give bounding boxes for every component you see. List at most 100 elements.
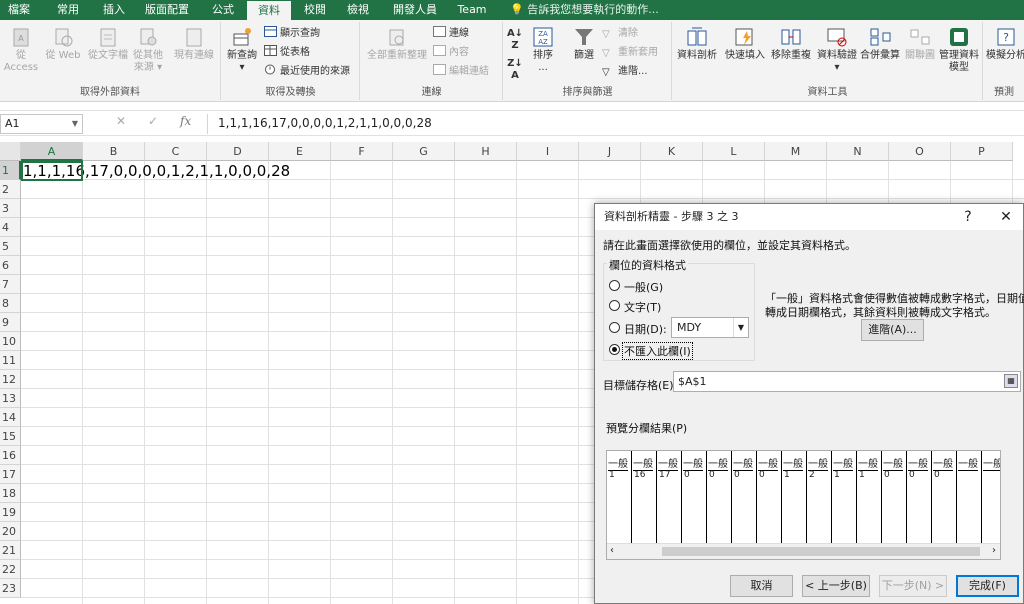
column-header[interactable]: J xyxy=(579,142,641,161)
row-header[interactable]: 14 xyxy=(0,408,21,427)
row-header[interactable]: 18 xyxy=(0,484,21,503)
tab-formulas[interactable]: 公式 xyxy=(205,0,241,20)
tab-developer[interactable]: 開發人員 xyxy=(388,0,442,20)
from-table-button[interactable]: 從表格 xyxy=(264,45,310,61)
what-if-button[interactable]: ? 模擬分析 xyxy=(986,26,1024,62)
tab-insert[interactable]: 插入 xyxy=(96,0,132,20)
scroll-thumb[interactable] xyxy=(662,547,980,556)
row-header[interactable]: 21 xyxy=(0,541,21,560)
preview-column[interactable]: 一般 1 xyxy=(607,451,632,545)
column-header[interactable]: H xyxy=(455,142,517,161)
preview-column[interactable]: 一般 0 xyxy=(907,451,932,545)
column-header[interactable]: F xyxy=(331,142,393,161)
row-header[interactable]: 12 xyxy=(0,370,21,389)
reapply-button[interactable]: ▽ 重新套用 xyxy=(602,45,658,61)
column-header[interactable]: P xyxy=(951,142,1013,161)
preview-column[interactable]: 一般 0 xyxy=(682,451,707,545)
chevron-down-icon[interactable]: ▼ xyxy=(72,115,78,133)
column-header[interactable]: G xyxy=(393,142,455,161)
row-header[interactable]: 9 xyxy=(0,313,21,332)
refresh-all-button[interactable]: 全部重新整理 xyxy=(363,26,431,62)
column-header[interactable]: K xyxy=(641,142,703,161)
cancel-entry-icon[interactable]: ✕ xyxy=(116,114,126,128)
column-header[interactable]: C xyxy=(145,142,207,161)
advanced-filter-button[interactable]: ▽ 進階... xyxy=(602,64,648,80)
name-box[interactable]: A1 ▼ xyxy=(0,114,83,134)
cell-a1-selection[interactable] xyxy=(21,161,83,181)
scroll-right-icon[interactable]: › xyxy=(992,545,996,556)
row-header[interactable]: 5 xyxy=(0,237,21,256)
column-header[interactable]: A xyxy=(21,142,83,161)
destination-input[interactable]: $A$1 ▦ xyxy=(673,371,1021,392)
close-button[interactable]: ✕ xyxy=(991,204,1021,230)
tab-view[interactable]: 檢視 xyxy=(340,0,376,20)
column-header[interactable]: I xyxy=(517,142,579,161)
tab-team[interactable]: Team xyxy=(452,0,492,20)
row-header[interactable]: 11 xyxy=(0,351,21,370)
help-button[interactable]: ? xyxy=(953,204,983,230)
tab-page-layout[interactable]: 版面配置 xyxy=(140,0,194,20)
row-header[interactable]: 7 xyxy=(0,275,21,294)
manage-data-model-button[interactable]: 管理資料模型 xyxy=(939,26,979,74)
finish-button[interactable]: 完成(F) xyxy=(956,575,1019,597)
row-header[interactable]: 17 xyxy=(0,465,21,484)
preview-column[interactable]: 一般 0 xyxy=(932,451,957,545)
column-header[interactable]: L xyxy=(703,142,765,161)
new-query-button[interactable]: 新查詢 ▾ xyxy=(224,26,260,74)
horizontal-scrollbar[interactable]: ‹ › xyxy=(607,543,1000,559)
existing-connections-button[interactable]: 現有連線 xyxy=(171,26,217,62)
range-picker-icon[interactable]: ▦ xyxy=(1004,374,1018,388)
preview-column[interactable]: 一般 xyxy=(982,451,1000,545)
row-header[interactable]: 3 xyxy=(0,199,21,218)
preview-column[interactable]: 一般 xyxy=(957,451,982,545)
from-text-button[interactable]: 從文字檔 xyxy=(85,26,131,62)
sort-za-button[interactable]: Z↓ A xyxy=(506,58,524,82)
radio-skip-column[interactable] xyxy=(609,344,620,355)
preview-column[interactable]: 一般 1 xyxy=(782,451,807,545)
column-header[interactable]: M xyxy=(765,142,827,161)
formula-input[interactable]: 1,1,1,16,17,0,0,0,0,1,2,1,1,0,0,0,28 xyxy=(207,114,1024,134)
preview-column[interactable]: 一般 0 xyxy=(757,451,782,545)
remove-duplicates-button[interactable]: 移除重複 xyxy=(769,26,813,62)
row-header[interactable]: 15 xyxy=(0,427,21,446)
confirm-entry-icon[interactable]: ✓ xyxy=(148,114,158,128)
column-header[interactable]: N xyxy=(827,142,889,161)
consolidate-button[interactable]: 合併彙算 xyxy=(859,26,901,62)
preview-column[interactable]: 一般 0 xyxy=(707,451,732,545)
insert-function-icon[interactable]: fx xyxy=(180,114,191,128)
preview-column[interactable]: 一般 2 xyxy=(807,451,832,545)
row-header[interactable]: 13 xyxy=(0,389,21,408)
cancel-button[interactable]: 取消 xyxy=(730,575,793,597)
column-header[interactable]: D xyxy=(207,142,269,161)
column-header[interactable]: B xyxy=(83,142,145,161)
column-header[interactable]: O xyxy=(889,142,951,161)
preview-pane[interactable]: 一般 1 一般 16 一般 17 一般 0 一般 0 一般 0 一般 0 一般 1 一般 2 一般 1 一般 1 一般 0 一般… xyxy=(606,450,1001,560)
from-other-button[interactable]: 從其他來源 ▾ xyxy=(131,26,165,74)
sort-button[interactable]: ZA AZ 排序... xyxy=(528,26,558,74)
recent-sources-button[interactable]: 最近使用的來源 xyxy=(264,64,350,80)
radio-text[interactable] xyxy=(609,300,620,311)
tab-data[interactable]: 資料 xyxy=(247,1,291,20)
row-header[interactable]: 2 xyxy=(0,180,21,199)
radio-date[interactable] xyxy=(609,322,620,333)
row-header[interactable]: 4 xyxy=(0,218,21,237)
row-header[interactable]: 1 xyxy=(0,161,21,180)
row-header[interactable]: 20 xyxy=(0,522,21,541)
row-header[interactable]: 23 xyxy=(0,579,21,598)
row-header[interactable]: 19 xyxy=(0,503,21,522)
row-header[interactable]: 22 xyxy=(0,560,21,579)
column-header[interactable]: E xyxy=(269,142,331,161)
row-header[interactable]: 16 xyxy=(0,446,21,465)
radio-general[interactable] xyxy=(609,280,620,291)
relationships-button[interactable]: 關聯圖 xyxy=(903,26,937,62)
sort-az-button[interactable]: A↓ Z xyxy=(506,28,524,52)
from-access-button[interactable]: A 從 Access xyxy=(0,26,42,74)
show-queries-button[interactable]: 顯示查詢 xyxy=(264,26,320,42)
edit-links-button[interactable]: 編輯連結 xyxy=(433,64,489,80)
back-button[interactable]: < 上一步(B) xyxy=(802,575,870,597)
data-validation-button[interactable]: 資料驗證 ▾ xyxy=(815,26,859,74)
row-header[interactable]: 10 xyxy=(0,332,21,351)
tell-me-search[interactable]: 💡 告訴我您想要執行的動作... xyxy=(510,0,659,20)
preview-column[interactable]: 一般 1 xyxy=(832,451,857,545)
next-button[interactable]: 下一步(N) > xyxy=(879,575,947,597)
